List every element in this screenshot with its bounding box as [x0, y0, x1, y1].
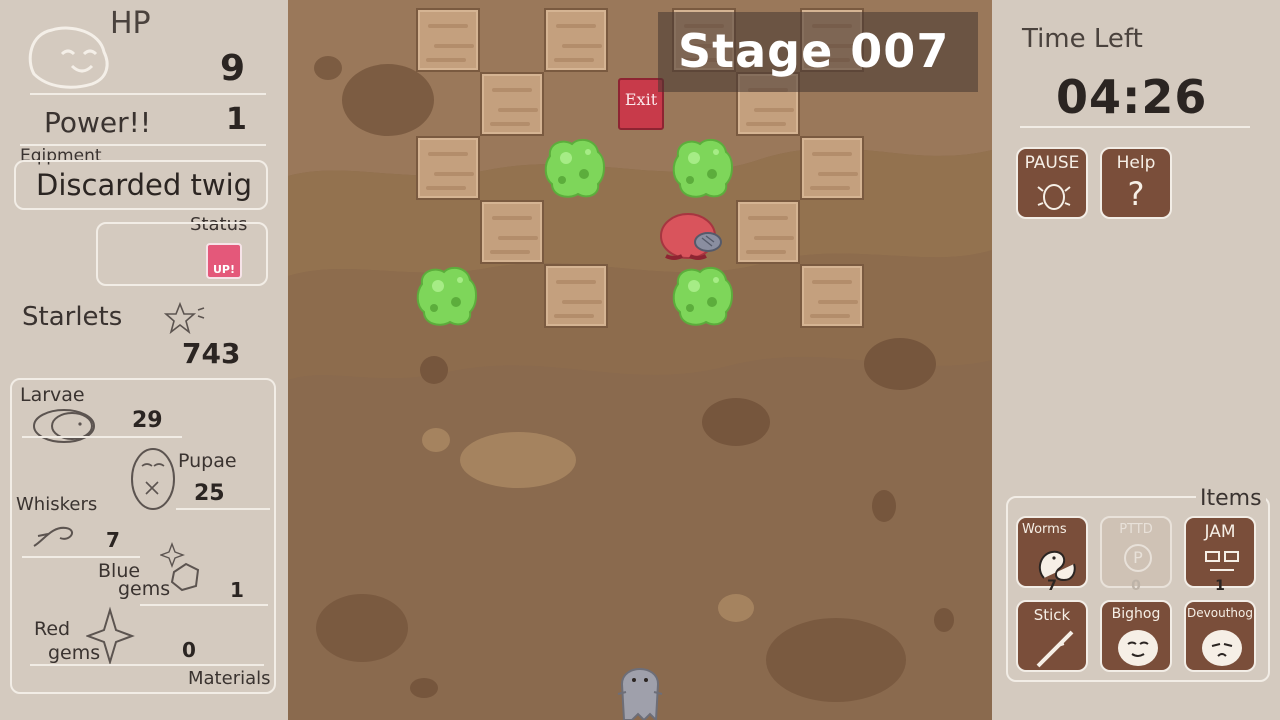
time-left-value: 04:26: [1056, 70, 1208, 124]
dirt-block: [800, 136, 864, 200]
game-field[interactable]: Exit Stage 007: [288, 0, 992, 720]
green-slime-enemy[interactable]: [544, 136, 608, 200]
jam-glasses-icon: [1205, 551, 1239, 571]
larvae-label: Larvae: [20, 384, 85, 406]
item-bighog-button[interactable]: Bighog: [1100, 600, 1172, 672]
whiskers-icon: [33, 526, 73, 547]
red-gem-icon: [86, 606, 135, 666]
dirt-block: [480, 72, 544, 136]
starlets-value: 743: [182, 337, 241, 370]
help-button[interactable]: Help ?: [1100, 147, 1172, 219]
materials-title: Materials: [188, 668, 271, 689]
item-label: Stick: [1033, 606, 1071, 624]
item-label: Devouthog: [1187, 606, 1253, 620]
dirt-block: [544, 8, 608, 72]
dirt-block: [480, 200, 544, 264]
stage-title: Stage 007: [678, 24, 950, 78]
item-label: PTTD: [1119, 522, 1153, 537]
item-label: Bighog: [1111, 606, 1161, 622]
dirt-block: [544, 264, 608, 328]
player-character[interactable]: [658, 208, 724, 262]
equipment-value: Discarded twig: [36, 168, 253, 202]
items-title: Items: [1196, 486, 1266, 511]
larvae-icon: [33, 409, 95, 443]
starlets-label: Starlets: [22, 302, 123, 332]
hp-label: HP: [110, 6, 151, 41]
hp-face-icon: [28, 26, 109, 89]
status-box: [96, 222, 268, 286]
pause-face-icon: [1037, 184, 1071, 210]
hp-value: 9: [220, 48, 246, 89]
dirt-block: [416, 136, 480, 200]
power-value: 1: [226, 102, 247, 137]
item-count: 0: [1131, 578, 1141, 594]
power-label: Power!!: [44, 106, 152, 139]
item-stick-button[interactable]: Stick: [1016, 600, 1088, 672]
right-hud-panel: Time Left 04:26 PAUSE Help ? Items Worms…: [992, 0, 1280, 720]
red-gems-value: 0: [182, 638, 196, 662]
green-slime-enemy[interactable]: [672, 136, 736, 200]
item-label: JAM: [1204, 522, 1236, 542]
green-slime-enemy[interactable]: [416, 264, 480, 328]
item-devouthog-button[interactable]: Devouthog: [1184, 600, 1256, 672]
whiskers-label: Whiskers: [16, 494, 98, 515]
power-up-status-badge[interactable]: UP!: [206, 243, 242, 279]
devouthog-face-icon: [1202, 630, 1242, 666]
stick-icon: [1036, 630, 1074, 668]
time-left-label: Time Left: [1022, 24, 1143, 54]
red-gems-label-line1: Red: [34, 618, 71, 640]
stage-banner: Stage 007: [658, 12, 978, 92]
blue-gem-icon: [160, 542, 200, 592]
question-mark-icon: ?: [1127, 175, 1145, 213]
dirt-block: [800, 264, 864, 328]
dirt-block: [416, 8, 480, 72]
pause-button-label: PAUSE: [1024, 153, 1080, 173]
mole-creature[interactable]: [616, 654, 664, 720]
pupae-label: Pupae: [178, 450, 237, 472]
starlet-icon: [164, 302, 205, 334]
green-slime-enemy[interactable]: [672, 264, 736, 328]
larvae-value: 29: [132, 408, 163, 433]
pause-button[interactable]: PAUSE: [1016, 147, 1088, 219]
pupae-icon: [131, 448, 175, 510]
bighog-face-icon: [1118, 630, 1158, 666]
item-count: 1: [1215, 578, 1225, 594]
exit-label: Exit: [624, 90, 658, 109]
item-count: 7: [1047, 578, 1057, 594]
hp-divider: [30, 93, 266, 95]
p-coin-icon: P: [1124, 544, 1152, 572]
blue-gems-value: 1: [230, 578, 244, 602]
left-hud-panel: HP 9 Power!! 1 Eqipment Discarded twig S…: [0, 0, 288, 720]
pupae-value: 25: [194, 481, 225, 506]
help-button-label: Help: [1116, 153, 1156, 173]
dirt-block: [736, 200, 800, 264]
status-badge-text: UP!: [212, 263, 235, 276]
whiskers-value: 7: [106, 528, 120, 552]
